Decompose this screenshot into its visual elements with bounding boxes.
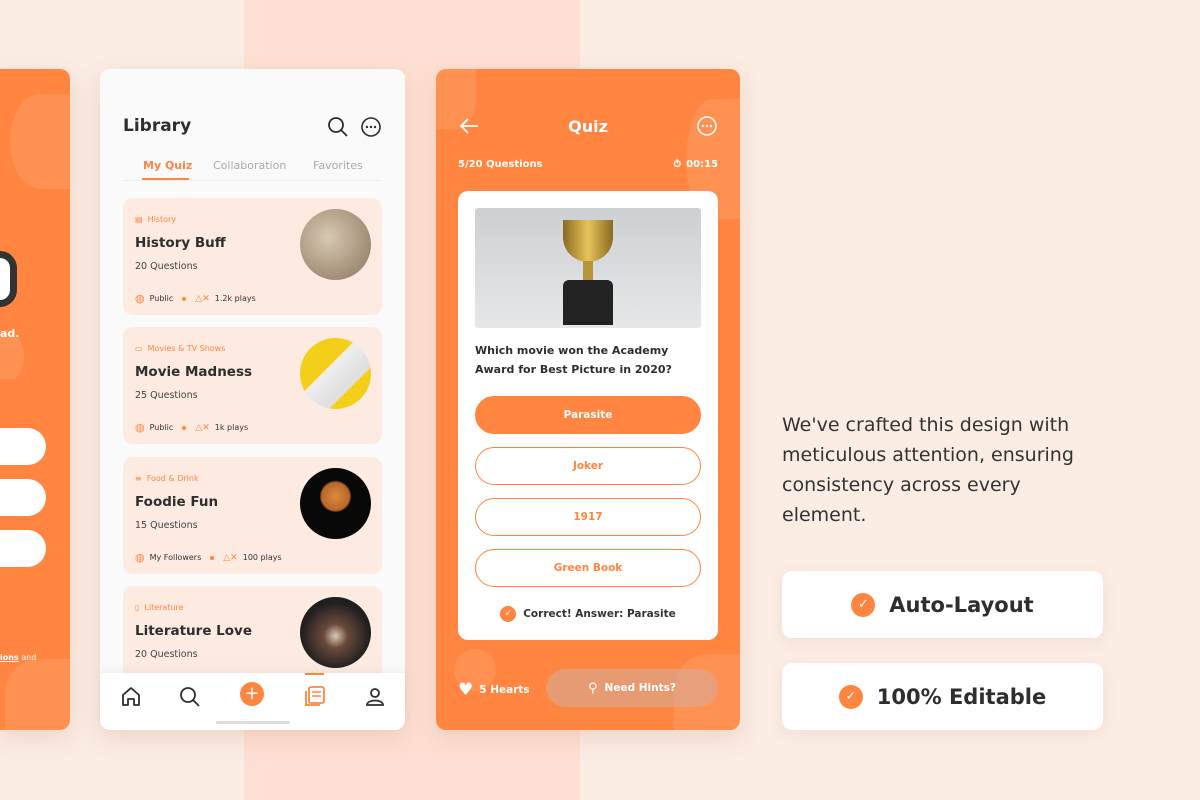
question-progress: 5/20 Questions bbox=[458, 159, 543, 170]
shapes-icon: △✕ bbox=[195, 422, 210, 433]
book-icon: ▯ bbox=[135, 603, 140, 612]
tab-my-quiz[interactable]: My Quiz bbox=[143, 159, 192, 172]
feature-label: Auto-Layout bbox=[889, 592, 1034, 617]
answer-feedback: Correct! Answer: Parasite bbox=[523, 608, 676, 620]
clapper-icon: ▭ bbox=[135, 344, 143, 353]
quiz-screen: Quiz 5/20 Questions ⏱ 00:15 Which movie w… bbox=[436, 69, 740, 730]
terms-rest: and bbox=[18, 653, 37, 662]
lightbulb-icon: ⚲ bbox=[588, 680, 598, 696]
quiz-thumbnail bbox=[300, 209, 371, 280]
input-field[interactable] bbox=[0, 428, 46, 465]
answer-option[interactable]: Joker bbox=[475, 447, 701, 485]
input-field[interactable] bbox=[0, 530, 46, 567]
quiz-title: Literature Love bbox=[135, 623, 253, 639]
quiz-visibility: Public bbox=[149, 294, 174, 303]
quiz-card[interactable]: ≡ Food & Drink Foodie Fun 15 Questions ◍ M… bbox=[123, 457, 382, 574]
quiz-title: History Buff bbox=[135, 235, 226, 251]
signup-screen-partial: ad. ions and bbox=[0, 69, 70, 730]
answer-option[interactable]: Green Book bbox=[475, 549, 701, 587]
quiz-card[interactable]: ▯ Literature Literature Love 20 Questions bbox=[123, 586, 382, 673]
globe-icon: ◍ bbox=[135, 292, 145, 305]
terms-text: ions and bbox=[0, 653, 70, 662]
add-quiz-button[interactable]: + bbox=[240, 682, 264, 706]
tab-favorites[interactable]: Favorites bbox=[313, 159, 363, 172]
home-indicator bbox=[216, 721, 290, 724]
globe-icon: ◍ bbox=[135, 421, 145, 434]
answer-option[interactable]: Parasite bbox=[475, 396, 701, 434]
shapes-icon: △✕ bbox=[195, 293, 210, 304]
timer: 00:15 bbox=[686, 159, 718, 170]
feature-label: 100% Editable bbox=[876, 684, 1047, 709]
search-icon[interactable] bbox=[327, 116, 349, 138]
need-hints-button[interactable]: ⚲ Need Hints? bbox=[546, 669, 718, 707]
quiz-plays: 1.2k plays bbox=[214, 294, 256, 303]
tab-collaboration[interactable]: Collaboration bbox=[213, 159, 286, 172]
quiz-category: Food & Drink bbox=[146, 474, 199, 483]
quiz-visibility: My Followers bbox=[149, 553, 202, 562]
globe-icon: ◍ bbox=[135, 551, 145, 564]
scroll-icon: ▤ bbox=[135, 215, 143, 224]
input-field[interactable] bbox=[0, 479, 46, 516]
hearts-count: 5 Hearts bbox=[479, 684, 530, 696]
quiz-question-count: 25 Questions bbox=[135, 390, 198, 401]
quiz-title: Movie Madness bbox=[135, 364, 253, 380]
tabs-divider bbox=[123, 180, 382, 181]
library-screen: Library My Quiz Collaboration Favorites … bbox=[100, 69, 405, 730]
page-title: Quiz bbox=[568, 117, 608, 136]
quiz-question-count: 20 Questions bbox=[135, 649, 198, 660]
food-icon: ≡ bbox=[135, 474, 142, 483]
quiz-visibility: Public bbox=[149, 423, 174, 432]
logo-ring bbox=[0, 251, 17, 307]
more-icon[interactable] bbox=[360, 116, 382, 138]
quiz-category: Movies & TV Shows bbox=[147, 344, 226, 353]
check-icon: ✓ bbox=[500, 606, 517, 622]
question-text: Which movie won the Academy Award for Be… bbox=[475, 344, 672, 376]
quiz-question-count: 15 Questions bbox=[135, 520, 198, 531]
quiz-plays: 100 plays bbox=[242, 553, 282, 562]
search-icon[interactable] bbox=[178, 685, 202, 709]
heart-icon: ♥ bbox=[458, 680, 474, 700]
quiz-card[interactable]: ▭ Movies & TV Shows Movie Madness 25 Ques… bbox=[123, 327, 382, 444]
check-icon: ✓ bbox=[838, 684, 863, 709]
quiz-thumbnail bbox=[300, 338, 371, 409]
profile-icon[interactable] bbox=[363, 685, 387, 709]
check-icon: ✓ bbox=[851, 592, 876, 617]
quiz-thumbnail bbox=[300, 597, 371, 668]
feature-badge: ✓ 100% Editable bbox=[782, 663, 1103, 730]
quiz-card[interactable]: ▤ History History Buff 20 Questions ◍ Publ… bbox=[123, 198, 382, 315]
promo-text: We've crafted this design with meticulou… bbox=[782, 414, 1074, 526]
terms-link[interactable]: ions bbox=[0, 653, 19, 662]
active-nav-indicator bbox=[305, 673, 324, 675]
hint-button-label: Need Hints? bbox=[604, 682, 676, 694]
quiz-category: History bbox=[147, 215, 177, 224]
subtitle-fragment: ad. bbox=[0, 327, 20, 340]
more-icon[interactable] bbox=[696, 115, 718, 137]
shapes-icon: △✕ bbox=[223, 552, 238, 563]
page-title: Library bbox=[123, 116, 192, 136]
feature-badge: ✓ Auto-Layout bbox=[782, 571, 1103, 638]
answer-option[interactable]: 1917 bbox=[475, 498, 701, 536]
quiz-question-count: 20 Questions bbox=[135, 261, 198, 272]
quiz-title: Foodie Fun bbox=[135, 494, 219, 510]
bottom-nav: + bbox=[100, 673, 405, 730]
quiz-category: Literature bbox=[144, 603, 184, 612]
question-card: Which movie won the Academy Award for Be… bbox=[458, 191, 718, 640]
quiz-plays: 1k plays bbox=[214, 423, 249, 432]
library-icon[interactable] bbox=[303, 684, 327, 708]
timer-icon: ⏱ bbox=[673, 159, 682, 170]
home-icon[interactable] bbox=[119, 685, 143, 709]
quiz-thumbnail bbox=[300, 468, 371, 539]
question-image bbox=[475, 208, 701, 328]
